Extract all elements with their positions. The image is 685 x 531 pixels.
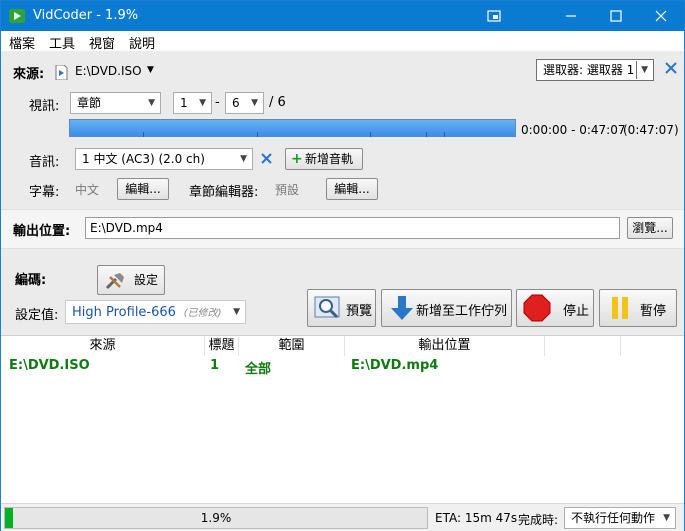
- title-bar: VidCoder - 1.9%: [1, 1, 684, 31]
- encode-progress-bar: 1.9%: [4, 507, 428, 529]
- output-path-field[interactable]: E:\DVD.mp4: [85, 217, 620, 239]
- chapter-tick: [257, 132, 258, 137]
- time-range-bar[interactable]: [69, 119, 516, 137]
- when-done-value: 不執行任何動作: [571, 511, 656, 525]
- menu-bar: 檔案 工具 視窗 說明: [1, 31, 684, 52]
- add-audio-label: 新增音軌: [305, 152, 354, 166]
- chevron-down-icon: ▼: [240, 154, 247, 164]
- range-type-dropdown[interactable]: 章節 ▼: [70, 92, 161, 114]
- end-chapter-dropdown[interactable]: 6 ▼: [225, 92, 264, 114]
- when-done-dropdown[interactable]: 不執行任何動作 ▼: [564, 507, 676, 529]
- pause-icon: [612, 297, 628, 319]
- chapter-tick: [426, 132, 427, 137]
- subtitles-label: 字幕:: [29, 185, 60, 200]
- menu-tools[interactable]: 工具: [49, 33, 75, 52]
- close-source-icon[interactable]: [665, 62, 677, 74]
- chevron-down-icon: ▼: [641, 65, 648, 75]
- chapter-tick: [444, 132, 445, 137]
- audio-track-value: 1 中文 (AC3) (2.0 ch): [82, 152, 205, 166]
- output-label: 輸出位置:: [13, 224, 71, 239]
- remove-audio-icon[interactable]: [261, 153, 272, 164]
- window-title: VidCoder - 1.9%: [33, 8, 139, 23]
- maximize-icon[interactable]: [593, 1, 639, 31]
- add-to-queue-button[interactable]: 新增至工作佇列: [381, 289, 512, 327]
- pause-label: 暫停: [640, 304, 667, 319]
- preset-dropdown[interactable]: High Profile-666 (已修改) ▼: [65, 300, 246, 324]
- chapter-tick: [370, 132, 371, 137]
- stop-label: 停止: [563, 304, 590, 319]
- add-audio-button[interactable]: + 新增音軌: [285, 148, 363, 170]
- edit-chapters-button[interactable]: 編輯...: [326, 178, 378, 200]
- preview-magnifier-icon: [314, 296, 340, 319]
- stop-icon: [523, 294, 551, 322]
- restore-window-icon[interactable]: [471, 1, 517, 31]
- menu-window[interactable]: 視窗: [89, 33, 115, 52]
- source-selector[interactable]: E:\DVD.ISO ▼: [55, 63, 165, 81]
- encoding-label: 編碼:: [15, 273, 47, 288]
- preview-button[interactable]: 預覽: [307, 289, 376, 327]
- minimize-icon[interactable]: [548, 1, 594, 31]
- queue-cell-output: E:\DVD.mp4: [351, 358, 439, 373]
- end-chapter-value: 6: [232, 96, 240, 110]
- queue-cell-source: E:\DVD.ISO: [9, 358, 90, 373]
- chapter-total: / 6: [269, 95, 286, 110]
- preset-label: 設定值:: [15, 308, 59, 323]
- divider: [636, 61, 637, 79]
- range-type-value: 章節: [77, 96, 102, 110]
- queue-cell-title: 1: [210, 358, 220, 373]
- audio-label: 音訊:: [29, 155, 60, 170]
- preset-name: High Profile-666: [72, 305, 176, 320]
- picker-value: 選取器: 選取器 1: [543, 63, 635, 77]
- edit-subtitles-button[interactable]: 編輯...: [117, 178, 169, 200]
- source-label: 來源:: [13, 67, 45, 82]
- tools-icon: [105, 273, 124, 290]
- preset-modified: (已修改): [183, 308, 222, 319]
- when-done-label: 完成時:: [518, 513, 559, 527]
- menu-help[interactable]: 說明: [129, 33, 155, 52]
- encoding-settings-button[interactable]: 設定: [97, 265, 165, 295]
- stop-button[interactable]: 停止: [516, 289, 594, 327]
- chevron-down-icon: ▼: [199, 98, 206, 108]
- time-range-text: 0:00:00 - 0:47:07: [521, 123, 626, 137]
- start-chapter-value: 1: [180, 96, 188, 110]
- preview-label: 預覽: [346, 304, 373, 319]
- chevron-down-icon: ▼: [663, 513, 670, 523]
- menu-file[interactable]: 檔案: [9, 33, 35, 52]
- app-window: VidCoder - 1.9% 檔案 工具 視窗 說明 來源: E:\DVD.I…: [0, 0, 685, 531]
- start-chapter-dropdown[interactable]: 1 ▼: [173, 92, 212, 114]
- audio-track-dropdown[interactable]: 1 中文 (AC3) (2.0 ch) ▼: [75, 148, 253, 170]
- vidcoder-logo-icon: [9, 9, 25, 23]
- add-to-queue-label: 新增至工作佇列: [416, 304, 508, 319]
- duration-text: (0:47:07): [623, 123, 679, 137]
- queue-list: 來源 標題 範圍 輸出位置 E:\DVD.ISO 1 全部 E:\DVD.mp4: [1, 335, 684, 503]
- status-bar: 1.9% ETA: 15m 47s 完成時: 不執行任何動作 ▼: [1, 503, 684, 531]
- pause-button[interactable]: 暫停: [599, 289, 677, 327]
- chevron-down-icon: ▼: [148, 98, 155, 108]
- chapter-editor-value: 預設: [275, 183, 300, 197]
- source-path: E:\DVD.ISO: [75, 64, 142, 78]
- range-dash: -: [215, 95, 220, 110]
- browse-button[interactable]: 瀏覽...: [627, 217, 673, 239]
- plus-icon: +: [291, 151, 303, 167]
- chapter-editor-label: 章節編輯器:: [189, 185, 259, 200]
- time-range-fill: [70, 120, 515, 136]
- video-file-icon: [55, 65, 68, 80]
- close-icon[interactable]: [638, 1, 684, 31]
- arrow-down-icon: [391, 296, 413, 320]
- chevron-down-icon: ▼: [233, 307, 240, 317]
- queue-cell-range: 全部: [245, 362, 272, 377]
- video-label: 視訊:: [29, 99, 60, 114]
- encode-progress-text: 1.9%: [200, 511, 232, 525]
- table-row[interactable]: E:\DVD.ISO 1 全部 E:\DVD.mp4: [1, 336, 684, 378]
- chapter-tick: [143, 132, 144, 137]
- picker-dropdown[interactable]: 選取器: 選取器 1 ▼: [536, 59, 654, 81]
- eta-text: ETA: 15m 47s: [435, 511, 518, 525]
- subtitles-value: 中文: [75, 183, 100, 197]
- chevron-down-icon: ▼: [147, 65, 154, 75]
- settings-label: 設定: [134, 273, 159, 287]
- chevron-down-icon: ▼: [251, 98, 258, 108]
